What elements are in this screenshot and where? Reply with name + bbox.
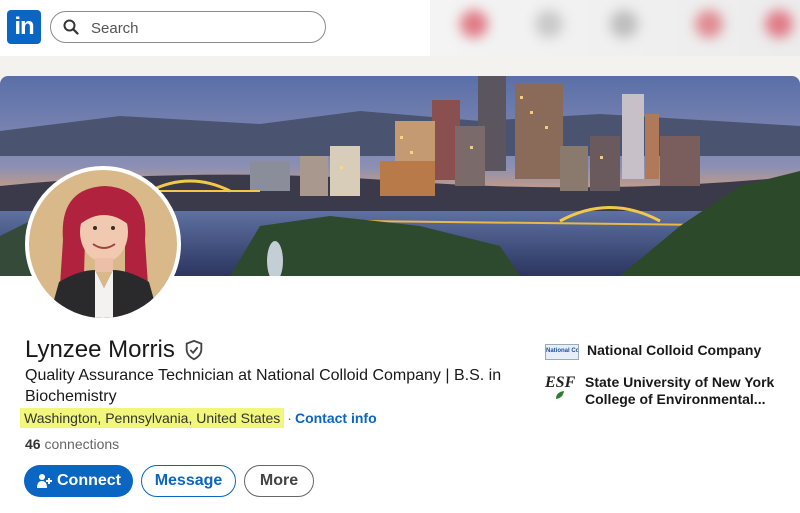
nav-icon-blurred[interactable]	[610, 10, 638, 38]
school-logo-text: ESF	[545, 374, 576, 391]
profile-headline: Quality Assurance Technician at National…	[25, 367, 502, 405]
contact-info-link[interactable]: Contact info	[295, 410, 377, 426]
separator: ·	[287, 410, 292, 426]
search-box[interactable]	[50, 11, 326, 43]
connect-label: Connect	[57, 472, 121, 489]
linkedin-logo[interactable]: in	[7, 10, 41, 44]
profile-name: Lynzee Morris	[25, 336, 175, 363]
nav-icon-blurred[interactable]	[765, 10, 793, 38]
verified-shield-icon[interactable]	[183, 339, 205, 361]
search-icon	[63, 19, 79, 35]
search-input[interactable]	[89, 17, 313, 39]
nav-icon-blurred[interactable]	[535, 10, 563, 38]
top-nav: in	[0, 0, 800, 56]
nav-icon-blurred[interactable]	[460, 10, 488, 38]
add-person-icon	[37, 474, 52, 488]
school-logo: ESF	[545, 374, 577, 400]
school-name-line2: College of Environmental...	[585, 391, 766, 407]
message-label: Message	[154, 472, 223, 489]
person-photo-icon	[29, 170, 177, 318]
company-name: National Colloid Company	[587, 342, 762, 358]
connections-number: 46	[25, 436, 41, 452]
profile-photo[interactable]	[25, 166, 181, 322]
more-label: More	[259, 472, 299, 489]
nav-icons-blurred	[430, 0, 800, 56]
connections-label: connections	[44, 436, 120, 452]
profile-card: Lynzee Morris Quality Assurance Technici…	[0, 76, 800, 513]
leaf-icon	[556, 391, 564, 399]
education-school[interactable]: ESF State University of New York College…	[545, 374, 774, 408]
school-name-line1: State University of New York	[585, 374, 775, 390]
current-company[interactable]: National Colloid National Colloid Compan…	[545, 342, 761, 360]
more-button[interactable]: More	[244, 465, 314, 497]
connect-button[interactable]: Connect	[24, 465, 133, 497]
location-row: Washington, Pennsylvania, United States …	[20, 407, 377, 429]
profile-location: Washington, Pennsylvania, United States	[20, 408, 285, 428]
message-button[interactable]: Message	[141, 465, 236, 497]
school-name: State University of New York College of …	[585, 374, 774, 408]
nav-icon-blurred[interactable]	[695, 10, 723, 38]
name-row: Lynzee Morris	[25, 334, 205, 366]
connections-count[interactable]: 46 connections	[25, 436, 119, 452]
company-logo: National Colloid	[545, 344, 579, 360]
